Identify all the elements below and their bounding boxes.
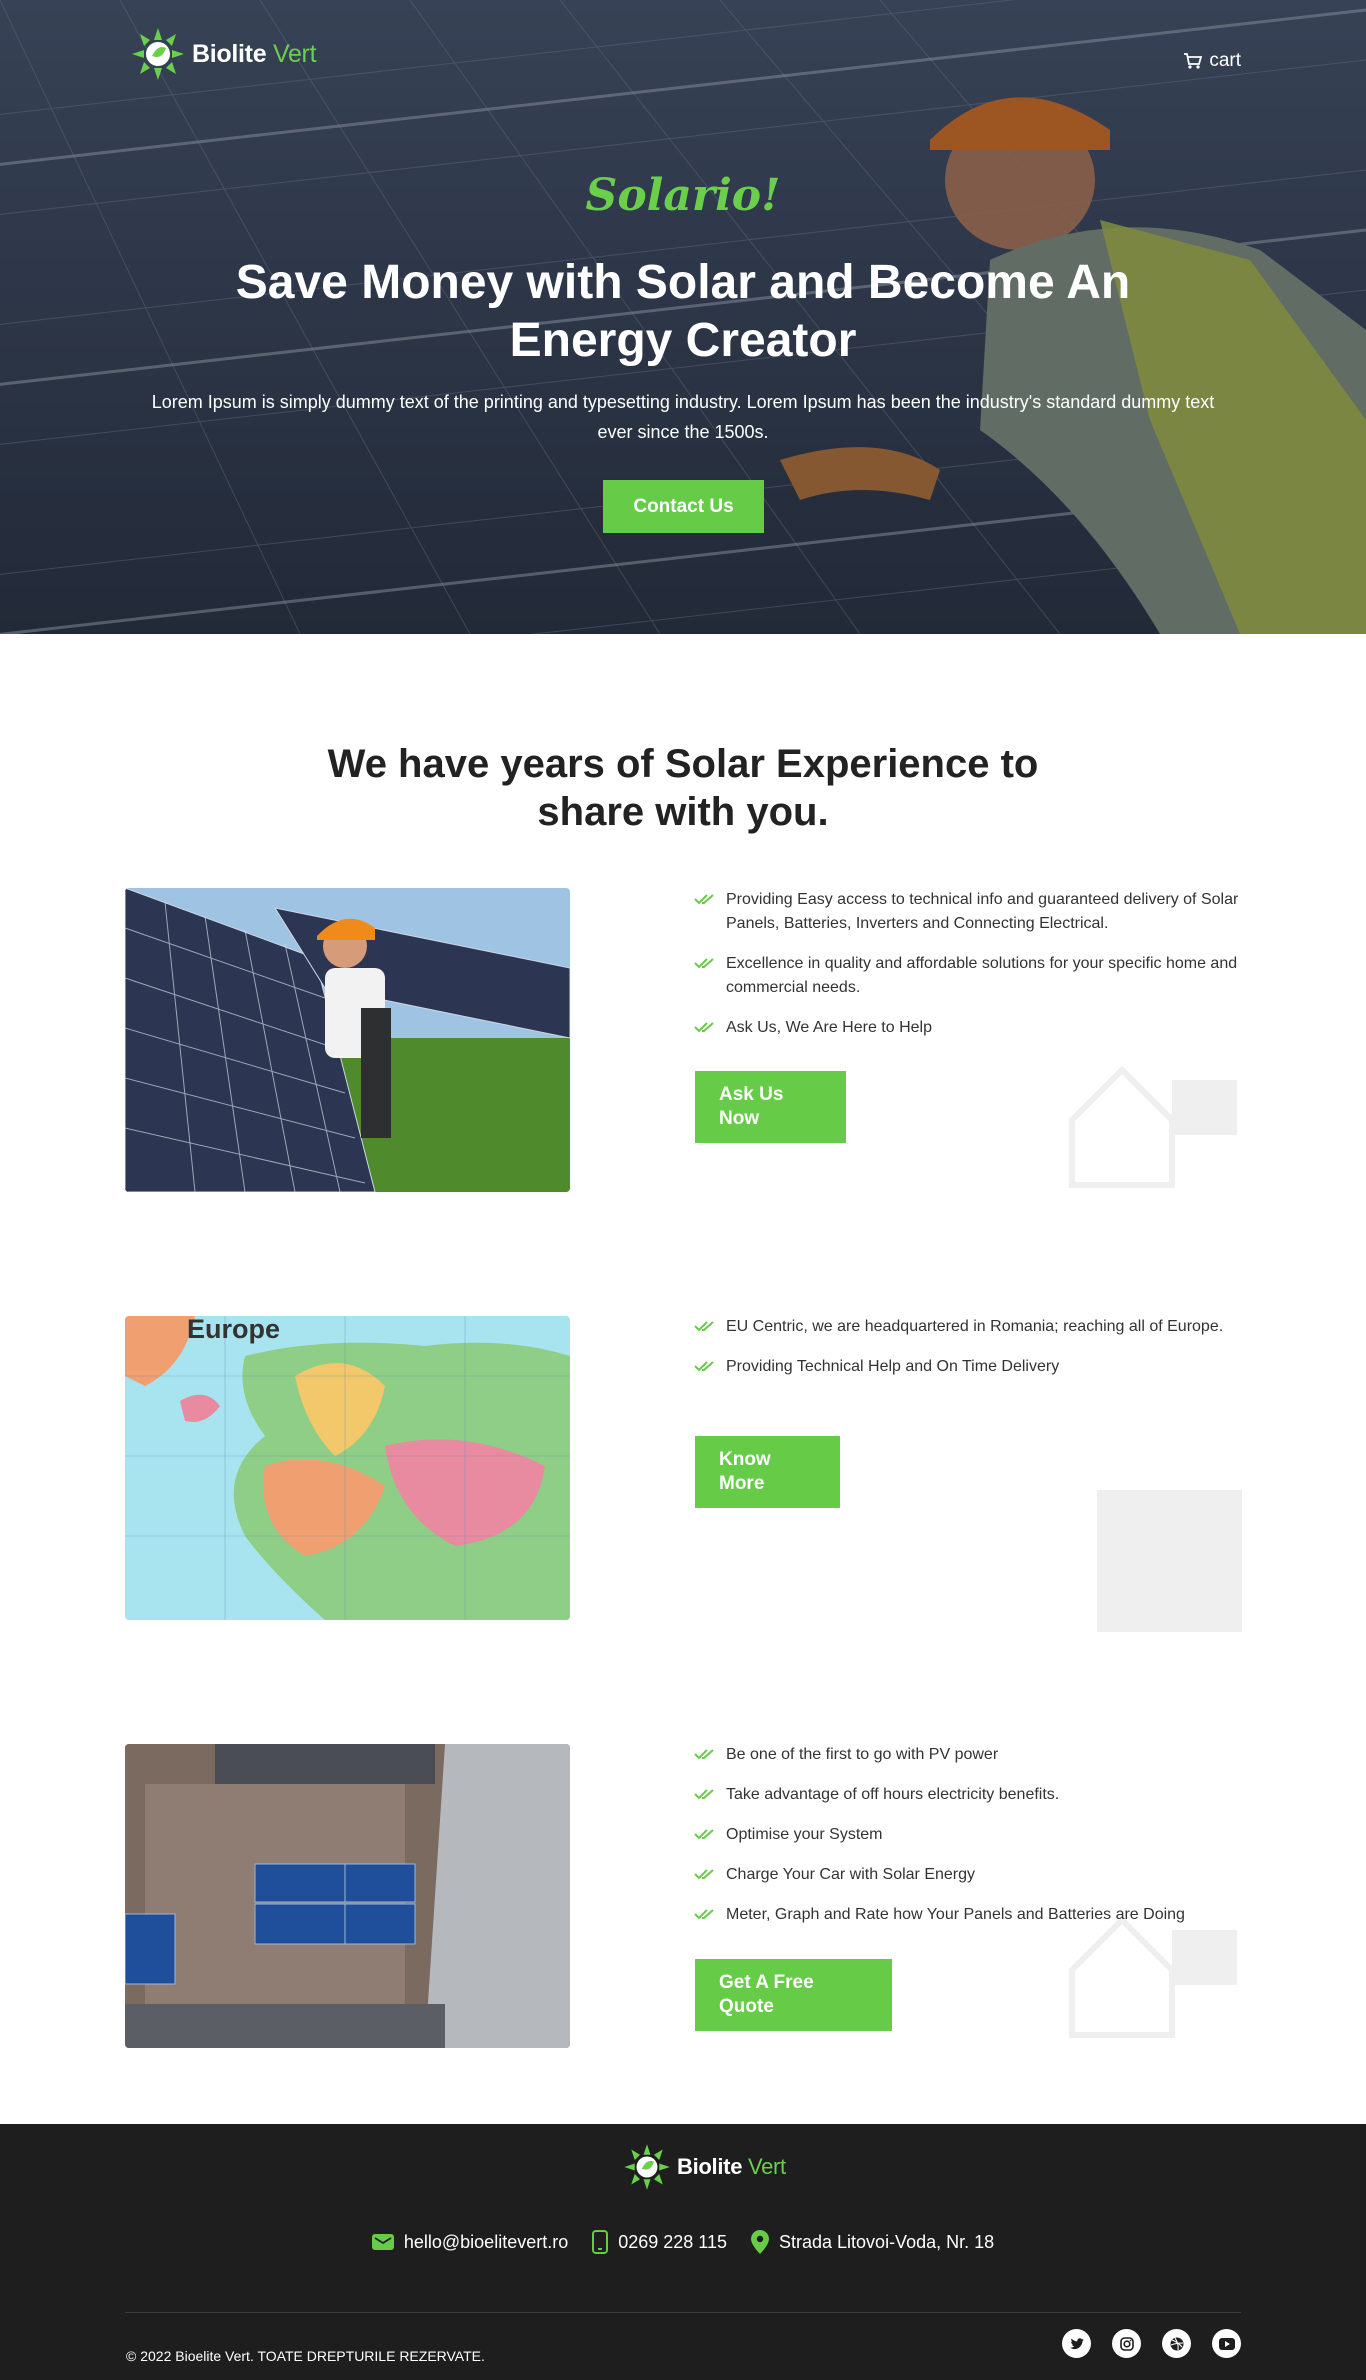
- address-text: Strada Litovoi-Voda, Nr. 18: [779, 2231, 995, 2252]
- ask-us-now-button[interactable]: Ask Us Now: [695, 1071, 846, 1143]
- list-item: Charge Your Car with Solar Energy: [694, 1863, 1244, 1887]
- section-title-text: We have years of Solar Experience to sha…: [327, 742, 1039, 834]
- list-item-text: Excellence in quality and affordable sol…: [726, 955, 1238, 996]
- twitter-icon: [1069, 2337, 1084, 2349]
- double-check-icon: [694, 1022, 714, 1033]
- cart-label: cart: [1209, 50, 1241, 71]
- hero-title-text: Save Money with Solar and Become An Ener…: [235, 256, 1131, 367]
- list-item-text: Providing Technical Help and On Time Del…: [726, 1358, 1060, 1375]
- double-check-icon: [694, 1321, 714, 1332]
- list-item: Providing Easy access to technical info …: [694, 888, 1244, 936]
- feature-list-2: EU Centric, we are headquartered in Roma…: [694, 1315, 1244, 1395]
- double-check-icon: [694, 1909, 714, 1920]
- phone-contact[interactable]: 0269 228 115: [592, 2230, 727, 2254]
- hero-description: Lorem Ipsum is simply dummy text of the …: [151, 392, 1215, 442]
- dribbble-icon: [1170, 2337, 1183, 2350]
- logo-name: Biolite: [192, 39, 267, 68]
- instagram-icon: [1119, 2336, 1134, 2351]
- list-item-text: Be one of the first to go with PV power: [726, 1746, 999, 1763]
- leaf-sun-logo-icon: [624, 2144, 670, 2190]
- footer-logo-name: Biolite: [677, 2154, 743, 2179]
- contact-us-button[interactable]: Contact Us: [603, 480, 764, 533]
- double-check-icon: [694, 1749, 714, 1760]
- solar-panel-watermark-icon: [1097, 1490, 1242, 1632]
- cart-icon: [1184, 53, 1203, 69]
- hero-title: Save Money with Solar and Become An Ener…: [0, 254, 1366, 370]
- double-check-icon: [694, 894, 714, 905]
- address-contact[interactable]: Strada Litovoi-Voda, Nr. 18: [751, 2230, 994, 2254]
- email-contact[interactable]: hello@bioelitevert.ro: [371, 2231, 569, 2253]
- footer-logo-accent: Vert: [747, 2154, 786, 2179]
- list-item-text: Charge Your Car with Solar Energy: [726, 1866, 976, 1883]
- map-title: Europe: [187, 1316, 280, 1344]
- double-check-icon: [694, 1789, 714, 1800]
- header-logo[interactable]: Biolite Vert: [126, 22, 317, 86]
- copyright-text: © 2022 Bioelite Vert. TOATE DREPTURILE R…: [126, 2348, 485, 2364]
- list-item: Ask Us, We Are Here to Help: [694, 1016, 1244, 1040]
- footer-divider: [125, 2312, 1241, 2313]
- list-item-text: Ask Us, We Are Here to Help: [726, 1019, 932, 1036]
- get-a-free-quote-button[interactable]: Get A Free Quote: [695, 1959, 892, 2031]
- list-item: EU Centric, we are headquartered in Roma…: [694, 1315, 1244, 1339]
- phone-text: 0269 228 115: [618, 2231, 727, 2252]
- footer: Biolite Vert hello@bioelitevert.ro 0269 …: [0, 2124, 1366, 2380]
- footer-logo[interactable]: Biolite Vert: [619, 2139, 786, 2195]
- social-links: [1062, 2329, 1241, 2358]
- section-title: We have years of Solar Experience to sha…: [0, 740, 1366, 836]
- list-item: Take advantage of off hours electricity …: [694, 1783, 1244, 1807]
- list-item: Be one of the first to go with PV power: [694, 1743, 1244, 1767]
- list-item-text: EU Centric, we are headquartered in Roma…: [726, 1318, 1224, 1335]
- double-check-icon: [694, 1829, 714, 1840]
- list-item-text: Take advantage of off hours electricity …: [726, 1786, 1060, 1803]
- twitter-link[interactable]: [1062, 2329, 1091, 2358]
- list-item: Excellence in quality and affordable sol…: [694, 952, 1244, 1000]
- house-solar-watermark-icon: [1069, 1065, 1237, 1188]
- know-more-button[interactable]: Know More: [695, 1436, 840, 1508]
- leaf-sun-logo-icon: [132, 28, 184, 80]
- footer-contacts: hello@bioelitevert.ro 0269 228 115 Strad…: [0, 2230, 1366, 2254]
- email-icon: [371, 2234, 394, 2250]
- double-check-icon: [694, 958, 714, 969]
- list-item-text: Providing Easy access to technical info …: [726, 891, 1239, 932]
- double-check-icon: [694, 1869, 714, 1880]
- cart-link[interactable]: cart: [1183, 50, 1241, 72]
- dribbble-link[interactable]: [1162, 2329, 1191, 2358]
- feature-image-house-roof: [125, 1744, 570, 2048]
- youtube-link[interactable]: [1212, 2329, 1241, 2358]
- feature-list-1: Providing Easy access to technical info …: [694, 888, 1244, 1056]
- hero-section: Biolite Vert cart Solario! Save Money wi…: [0, 0, 1366, 634]
- logo-accent: Vert: [272, 39, 317, 68]
- instagram-link[interactable]: [1112, 2329, 1141, 2358]
- list-item: Providing Technical Help and On Time Del…: [694, 1355, 1244, 1379]
- hero-script-title: Solario!: [585, 170, 781, 221]
- location-pin-icon: [751, 2230, 769, 2254]
- list-item: Optimise your System: [694, 1823, 1244, 1847]
- feature-image-worker: [125, 888, 570, 1192]
- list-item-text: Optimise your System: [726, 1826, 883, 1843]
- phone-icon: [592, 2230, 609, 2254]
- youtube-icon: [1218, 2337, 1235, 2350]
- double-check-icon: [694, 1361, 714, 1372]
- feature-image-europe-map: Europe: [125, 1316, 570, 1620]
- email-text: hello@bioelitevert.ro: [403, 2231, 569, 2252]
- house-solar-watermark-icon: [1069, 1915, 1237, 2038]
